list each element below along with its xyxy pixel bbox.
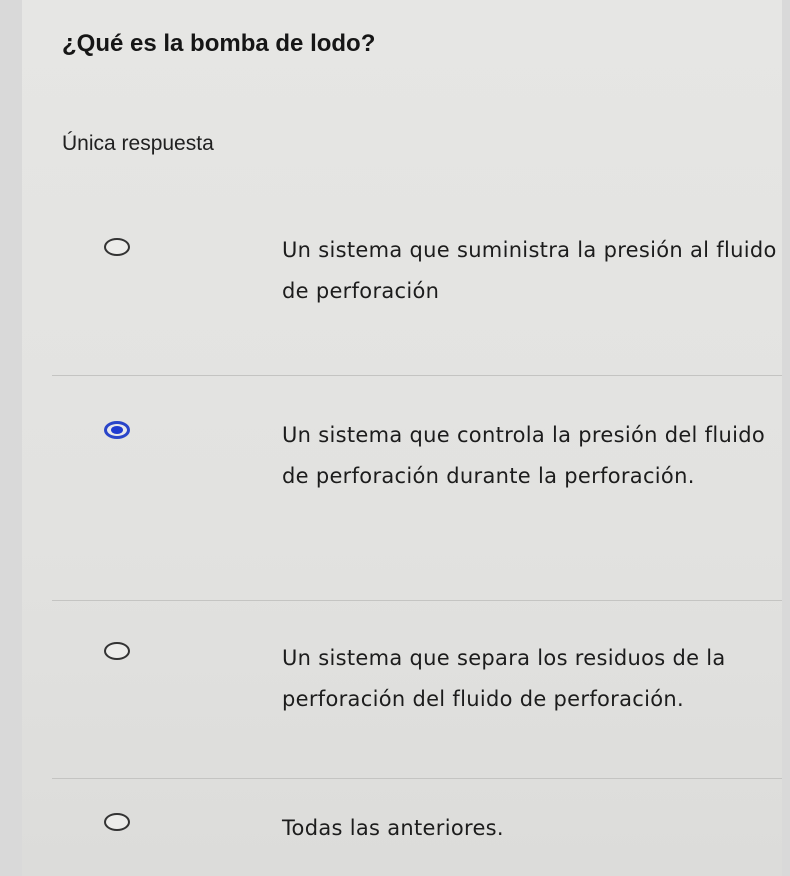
option-divider [52,600,782,601]
answer-option-3[interactable]: Un sistema que separa los residuos de la… [52,638,790,768]
answer-option-label: Todas las anteriores. [282,816,504,840]
radio-button-unselected[interactable] [104,238,130,256]
question-title: ¿Qué es la bomba de lodo? [62,30,376,57]
option-divider [52,778,782,779]
answer-option-label: Un sistema que separa los residuos de la… [282,646,726,711]
answer-option-1[interactable]: Un sistema que suministra la presión al … [52,230,790,370]
radio-button-selected[interactable] [104,421,130,439]
radio-button-unselected[interactable] [104,813,130,831]
option-divider [52,375,782,376]
answer-mode-label: Única respuesta [62,132,214,155]
radio-button-unselected[interactable] [104,642,130,660]
question-card: ¿Qué es la bomba de lodo? Única respuest… [22,0,782,876]
answer-option-2[interactable]: Un sistema que controla la presión del f… [52,415,790,595]
radio-selected-dot [111,426,123,434]
answer-option-label: Un sistema que suministra la presión al … [282,238,777,303]
answer-option-label: Un sistema que controla la presión del f… [282,423,766,488]
answer-option-4[interactable]: Todas las anteriores. [52,808,790,868]
